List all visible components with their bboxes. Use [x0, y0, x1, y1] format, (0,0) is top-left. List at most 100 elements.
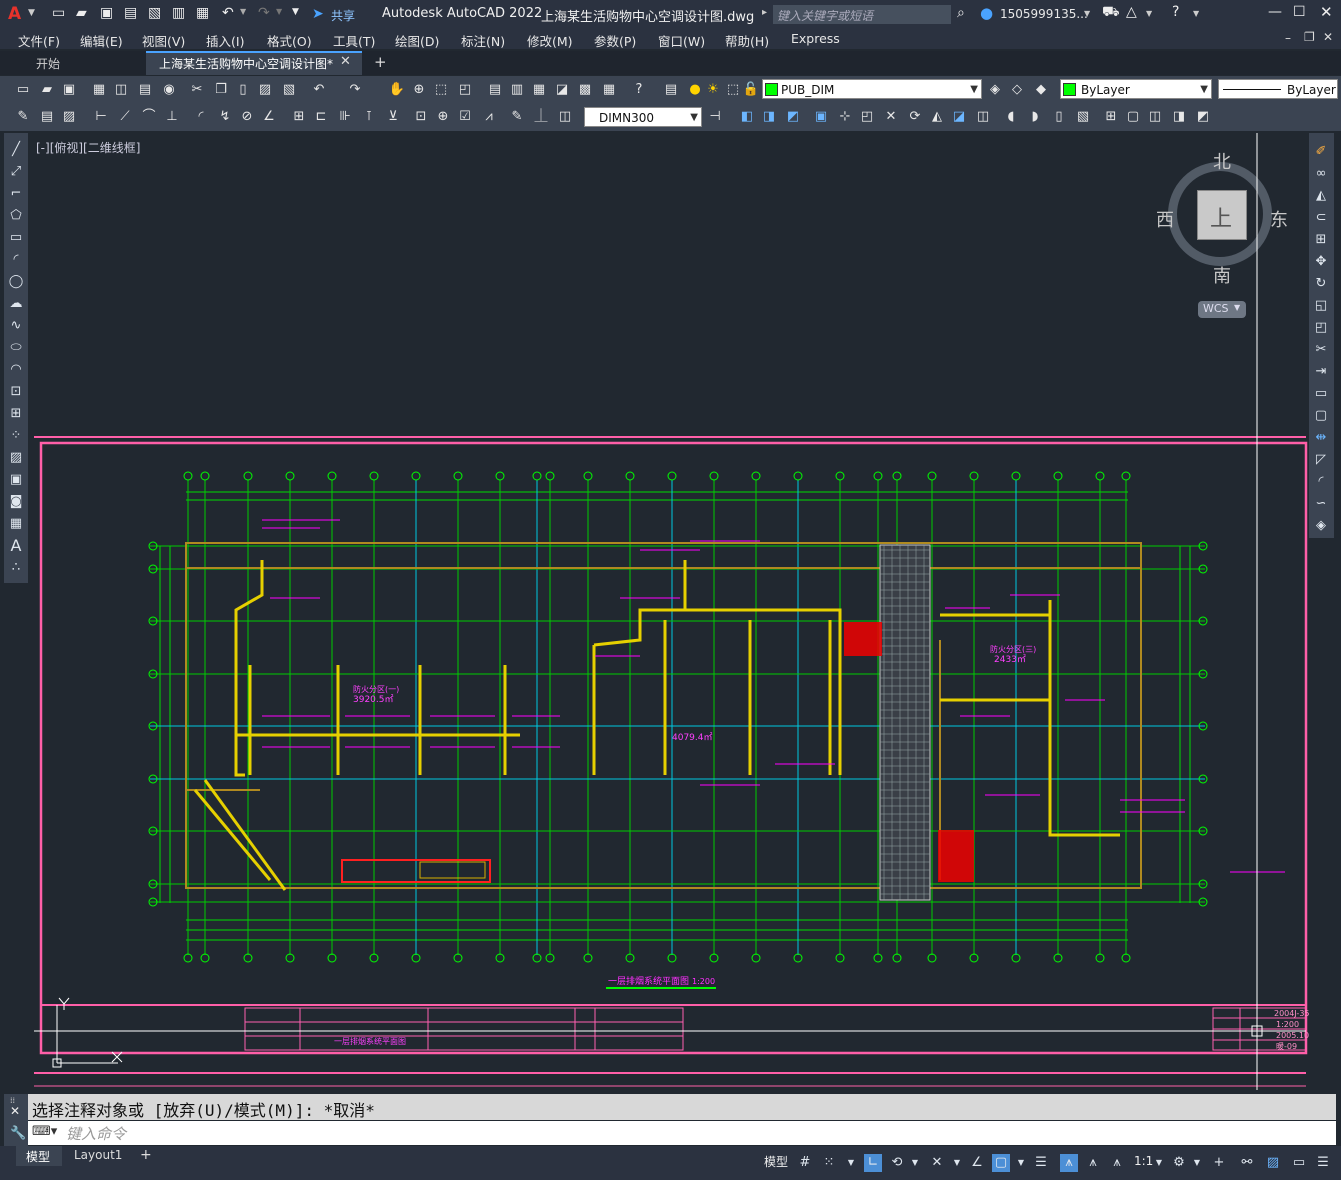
- area-value-1: 3920.5㎡: [353, 694, 394, 705]
- ucs-icon: [52, 997, 123, 1068]
- fire-zone-2: [938, 830, 974, 882]
- grid-bubble-bottom: [243, 953, 253, 963]
- polar-dropdown-icon[interactable]: ▼: [906, 1154, 924, 1172]
- tab-model-label: 模型: [26, 1150, 51, 1164]
- fire-zone-1: [844, 622, 882, 656]
- annotation-visibility-icon[interactable]: ⩚: [1060, 1154, 1078, 1172]
- exhaust-fan: [419, 861, 486, 879]
- object-snap-tracking-icon[interactable]: ∠: [968, 1154, 986, 1172]
- add-layout-icon[interactable]: +: [140, 1147, 152, 1163]
- scale-dropdown-icon[interactable]: ▼: [1150, 1154, 1168, 1172]
- grid-bubble-bottom: [969, 953, 979, 963]
- clean-screen-icon[interactable]: ▭: [1290, 1154, 1308, 1172]
- command-line-grip[interactable]: ⁞⁞ ✕ 🔧: [4, 1094, 28, 1146]
- lineweight-icon[interactable]: ☰: [1032, 1154, 1050, 1172]
- tab-layout1-label: Layout1: [74, 1148, 123, 1162]
- grid-bubble-top: [793, 471, 803, 481]
- area-value-2: 2433㎡: [994, 654, 1026, 665]
- grid-bubble-top: [1053, 471, 1063, 481]
- grid-bubble-bottom: [873, 953, 883, 963]
- titleblock-drawing-name: 一层排烟系统平面图: [334, 1036, 406, 1046]
- isodraft-dropdown-icon[interactable]: ▼: [948, 1154, 966, 1172]
- model-space-button[interactable]: 模型: [764, 1153, 788, 1170]
- annotation-scale-icon[interactable]: ⩚: [1108, 1154, 1126, 1172]
- duct-annotations: [262, 519, 1285, 873]
- command-input[interactable]: ⌨▾ 键入命令: [28, 1121, 1336, 1145]
- command-close-icon[interactable]: ✕: [10, 1104, 20, 1118]
- grid-bubble-bottom: [495, 953, 505, 963]
- units-icon[interactable]: ⚯: [1238, 1154, 1256, 1172]
- grid-bubble-top: [667, 471, 677, 481]
- grid-bubble-bottom: [285, 953, 295, 963]
- area-value-3: 4079.4㎡: [672, 732, 713, 743]
- tab-layout1[interactable]: Layout1: [66, 1146, 130, 1166]
- grid-display-icon[interactable]: #: [796, 1154, 814, 1172]
- osnap-dropdown-icon[interactable]: ▼: [1012, 1154, 1030, 1172]
- status-bar: 模型 Layout1 + 模型 # ⁙ ▼ ∟ ⟲ ▼ ✕ ▼ ∠ ▢ ▼ ☰ …: [0, 1146, 1341, 1180]
- grid-bubble-bottom: [1095, 953, 1105, 963]
- grid-bubble-bottom: [1053, 953, 1063, 963]
- customize-wrench-icon[interactable]: 🔧: [10, 1126, 26, 1141]
- isodraft-icon[interactable]: ✕: [928, 1154, 946, 1172]
- ortho-mode-icon[interactable]: ∟: [864, 1154, 882, 1172]
- titleblock-date: 2005.10: [1276, 1031, 1309, 1040]
- grid-bubble-bottom: [453, 953, 463, 963]
- grid-bubble-top: [200, 471, 210, 481]
- grid-bubble-top: [369, 471, 379, 481]
- grid-bubble-bottom: [709, 953, 719, 963]
- auto-scale-icon[interactable]: ⩚: [1084, 1154, 1102, 1172]
- grid-bubble-top: [1095, 471, 1105, 481]
- grid-bubble-bottom: [1121, 953, 1131, 963]
- drawing-title: 一层排烟系统平面图: [608, 975, 689, 987]
- command-history-text: 选择注释对象或 [放弃(U)/模式(M)]: *取消*: [32, 1101, 375, 1120]
- grid-bubble-bottom: [1011, 953, 1021, 963]
- grid-bubble-bottom: [835, 953, 845, 963]
- grid-bubble-top: [453, 471, 463, 481]
- grid-bubble-bottom: [667, 953, 677, 963]
- grid-bubble-bottom: [892, 953, 902, 963]
- grid-bubble-top: [625, 471, 635, 481]
- grid-bubble-bottom: [545, 953, 555, 963]
- grid-bubble-top: [495, 471, 505, 481]
- grid-bubble-bottom: [369, 953, 379, 963]
- drawing-scale: 1:200: [692, 977, 715, 986]
- grid-bubble-bottom: [411, 953, 421, 963]
- grid-bubble-bottom: [200, 953, 210, 963]
- drawing-canvas[interactable]: 防火分区(一) 3920.5㎡ 防火分区(三) 2433㎡ 4079.4㎡ 一层…: [0, 0, 1341, 1180]
- grid-bubble-top: [1011, 471, 1021, 481]
- grid-bubble-top: [243, 471, 253, 481]
- grid-bubble-top: [835, 471, 845, 481]
- grid-bubble-bottom: [583, 953, 593, 963]
- grid-bubble-top: [1121, 471, 1131, 481]
- grid-bubble-bottom: [927, 953, 937, 963]
- grid-bubble-top: [183, 471, 193, 481]
- command-history: 选择注释对象或 [放弃(U)/模式(M)]: *取消*: [28, 1094, 1336, 1120]
- grid-bubble-top: [327, 471, 337, 481]
- grid-bubble-top: [873, 471, 883, 481]
- snap-dropdown-icon[interactable]: ▼: [842, 1154, 860, 1172]
- object-snap-icon[interactable]: ▢: [992, 1154, 1010, 1172]
- grid-bubble-top: [892, 471, 902, 481]
- quick-properties-icon[interactable]: ▨: [1264, 1154, 1282, 1172]
- grid-bubble-bottom: [183, 953, 193, 963]
- snap-mode-icon[interactable]: ⁙: [820, 1154, 838, 1172]
- workspace-gear-icon[interactable]: ⚙: [1170, 1154, 1188, 1172]
- titleblock-sheet: 暖-09: [1276, 1042, 1297, 1051]
- grid-bubble-top: [285, 471, 295, 481]
- area-label-1: 防火分区(一): [353, 684, 399, 694]
- grid-bubble-bottom: [532, 953, 542, 963]
- grid-bubble-top: [969, 471, 979, 481]
- recent-commands-icon[interactable]: ⌨▾: [32, 1124, 57, 1139]
- command-placeholder: 键入命令: [66, 1125, 127, 1143]
- grid-bubble-top: [545, 471, 555, 481]
- grid-bubble-bottom: [625, 953, 635, 963]
- grid-bubble-bottom: [751, 953, 761, 963]
- annotation-monitor-icon[interactable]: +: [1210, 1154, 1228, 1172]
- grid-bubble-top: [927, 471, 937, 481]
- customization-icon[interactable]: ☰: [1314, 1154, 1332, 1172]
- workspace-dropdown-icon[interactable]: ▼: [1188, 1154, 1206, 1172]
- polar-tracking-icon[interactable]: ⟲: [888, 1154, 906, 1172]
- tab-model[interactable]: 模型: [16, 1146, 62, 1166]
- area-label-2: 防火分区(三): [990, 644, 1036, 654]
- titleblock-number: 2004J-35: [1274, 1009, 1310, 1018]
